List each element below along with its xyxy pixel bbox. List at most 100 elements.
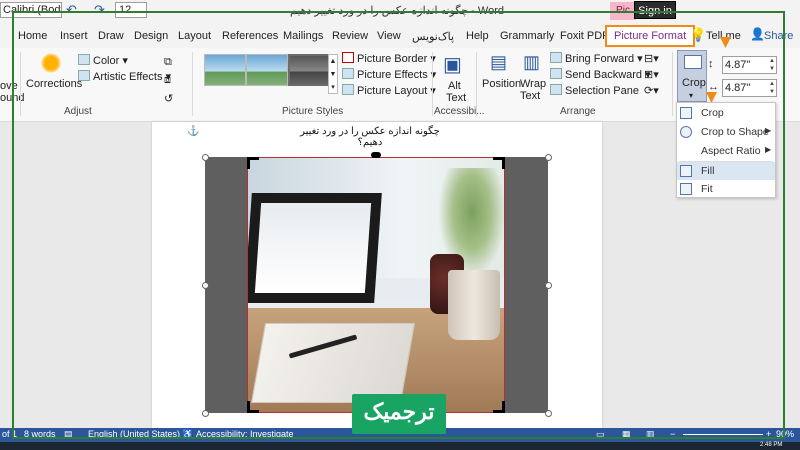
tab-home[interactable]: Home [18, 30, 47, 42]
position-icon[interactable]: ▤ [490, 52, 507, 73]
position-button[interactable]: Position [482, 78, 521, 90]
picture-style-3[interactable] [288, 54, 330, 86]
web-layout-icon[interactable]: ▥ [646, 429, 655, 440]
group-icon[interactable]: ⊞▾ [644, 68, 659, 81]
shape-width-icon: ↔ [708, 81, 719, 93]
picture-layout-button[interactable]: Picture Layout ▾ [342, 84, 436, 97]
tab-references[interactable]: References [222, 30, 278, 42]
menu-item-fill[interactable]: Fill [677, 162, 775, 180]
picture-style-2[interactable] [246, 54, 288, 86]
accessibility-status[interactable]: Accessibility: Investigate [196, 429, 294, 439]
crop-button[interactable]: Crop ▾ [677, 50, 707, 102]
menu-item-fit[interactable]: Fit [677, 180, 775, 198]
color-icon [78, 54, 90, 65]
resize-handle[interactable] [202, 282, 209, 289]
zoom-in-icon[interactable]: + [766, 429, 771, 439]
taskbar: 2:48 PM [0, 442, 800, 450]
document-title: چگونه اندازه عکس را در ورد تغییر دهیم - … [290, 5, 504, 17]
tab-view[interactable]: View [377, 30, 401, 42]
alt-text-icon[interactable]: ▣ [443, 52, 462, 77]
ribbon-tabs: Home Insert Draw Design Layout Reference… [0, 22, 800, 48]
selection-pane-button[interactable]: Selection Pane [550, 84, 639, 97]
rotate-icon[interactable]: ⟳▾ [644, 84, 659, 97]
remove-background-label-partial[interactable]: ove [0, 80, 18, 92]
shape-height-icon: ↕ [708, 58, 714, 70]
resize-handle[interactable] [202, 154, 209, 161]
compress-pictures-icon[interactable]: ⧉ [164, 56, 172, 69]
page-count[interactable]: of 1 [2, 429, 17, 439]
bring-forward-button[interactable]: Bring Forward ▾ [550, 52, 643, 65]
font-size-box[interactable]: 12 [115, 2, 147, 18]
crop-corner-handle[interactable] [247, 401, 259, 413]
shape-height-input[interactable]: 4.87" ▲ ▼ [722, 56, 777, 74]
resize-handle[interactable] [545, 282, 552, 289]
tab-mailings[interactable]: Mailings [283, 30, 323, 42]
tab-foxit-pdf[interactable]: Foxit PDF [560, 30, 609, 42]
font-name-box[interactable]: Calibri (Body [0, 2, 62, 18]
word-count[interactable]: 8 words [24, 429, 56, 439]
menu-item-aspect-ratio[interactable]: Aspect Ratio ▶ [677, 142, 775, 160]
wrap-text-button[interactable]: Wrap [520, 78, 546, 90]
corrections-button[interactable]: Corrections [26, 78, 82, 90]
focus-icon[interactable]: ▭ [596, 429, 605, 440]
tab-picture-format[interactable]: Picture Format [605, 25, 696, 47]
shape-width-input[interactable]: 4.87" ▲ ▼ [722, 79, 777, 97]
tab-paknevis[interactable]: پاک‌نویس [412, 30, 454, 43]
tab-grammarly[interactable]: Grammarly [500, 30, 554, 42]
tab-review[interactable]: Review [332, 30, 368, 42]
chevron-down-icon: ▾ [689, 91, 694, 100]
crop-corner-handle[interactable] [493, 401, 505, 413]
zoom-level[interactable]: 90% [776, 429, 794, 439]
height-spinner[interactable]: ▲ ▼ [769, 57, 775, 73]
chevron-right-icon: ▶ [765, 126, 772, 135]
zoom-out-icon[interactable]: − [670, 429, 675, 439]
redo-icon[interactable]: ↷ [94, 2, 105, 18]
photo-mug [448, 270, 500, 340]
language-indicator[interactable]: English (United States) [88, 429, 180, 439]
picture-effects-button[interactable]: Picture Effects ▾ [342, 68, 436, 81]
photo-book [250, 323, 416, 403]
resize-handle[interactable] [545, 410, 552, 417]
crop-top-handle[interactable] [371, 152, 381, 158]
color-button[interactable]: Color ▾ [78, 54, 128, 67]
resize-handle[interactable] [202, 410, 209, 417]
resize-handle[interactable] [545, 154, 552, 161]
image-crop-area[interactable] [247, 157, 505, 413]
align-icon[interactable]: ⊟▾ [644, 52, 659, 65]
tab-draw[interactable]: Draw [98, 30, 124, 42]
corrections-icon[interactable] [40, 52, 62, 74]
lightbulb-icon[interactable]: 💡 [690, 27, 706, 43]
alt-text-button[interactable]: Alt [448, 80, 461, 92]
menu-item-crop[interactable]: Crop [677, 104, 775, 122]
bring-forward-icon [550, 52, 562, 63]
change-picture-icon[interactable]: ⧈ [164, 74, 171, 87]
picture-effects-icon [342, 68, 354, 79]
crop-corner-handle[interactable] [493, 157, 505, 169]
artistic-effects-icon [78, 70, 90, 81]
print-layout-icon[interactable]: ▦ [622, 429, 631, 440]
picture-styles-scroll[interactable]: ▲ ▼ ▾ [328, 54, 338, 94]
width-spinner[interactable]: ▲ ▼ [769, 80, 775, 96]
send-backward-button[interactable]: Send Backward ▾ [550, 68, 651, 81]
shape-icon [680, 126, 692, 138]
zoom-slider[interactable] [683, 434, 763, 435]
proofing-icon[interactable]: ▤ [64, 429, 73, 440]
accessibility-icon: ♿ [182, 429, 194, 439]
divider [432, 52, 433, 116]
crop-corner-handle[interactable] [247, 157, 259, 169]
signin-button[interactable]: Sign in [634, 1, 676, 19]
picture-style-1[interactable] [204, 54, 246, 86]
picture-border-button[interactable]: Picture Border ▾ [342, 52, 436, 65]
tab-layout[interactable]: Layout [178, 30, 211, 42]
menu-item-crop-to-shape[interactable]: Crop to Shape ▶ [677, 123, 775, 141]
tab-insert[interactable]: Insert [60, 30, 88, 42]
share-button[interactable]: Share [764, 30, 793, 42]
tab-help[interactable]: Help [466, 30, 489, 42]
undo-icon[interactable]: ↶ [66, 2, 77, 18]
wrap-text-button-line2[interactable]: Text [520, 90, 540, 102]
artistic-effects-button[interactable]: Artistic Effects ▾ [78, 70, 171, 83]
wrap-text-icon[interactable]: ▥ [523, 52, 540, 73]
alt-text-button-line2[interactable]: Text [446, 92, 466, 104]
reset-picture-icon[interactable]: ↺ [164, 92, 173, 105]
tab-design[interactable]: Design [134, 30, 168, 42]
